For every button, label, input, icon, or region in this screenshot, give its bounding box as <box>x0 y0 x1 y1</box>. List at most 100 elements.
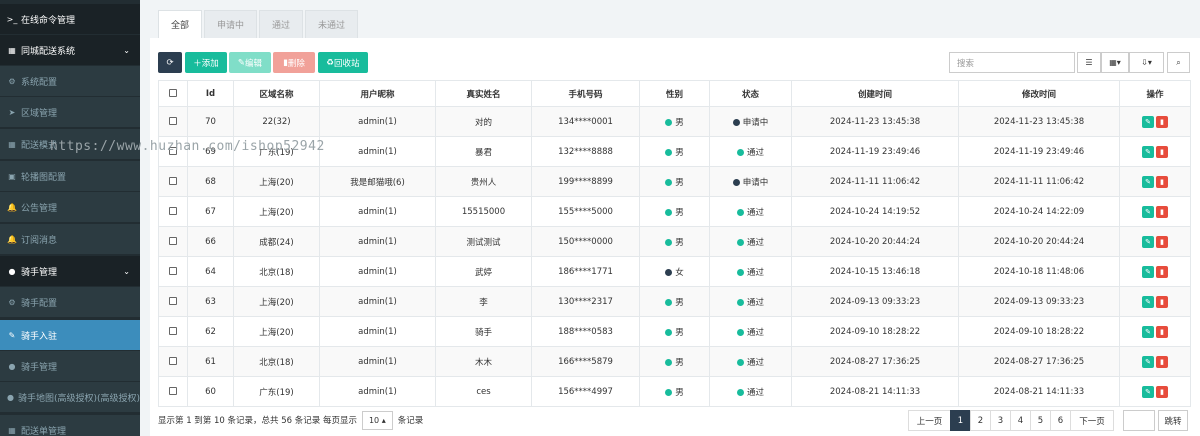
delete-button[interactable]: ▮ 删除 <box>273 52 315 73</box>
watermark-text: https://www.huzhan.com/ishop52942 <box>50 139 325 154</box>
riders-table: Id 区域名称 用户昵称 真实姓名 手机号码 性别 状态 创建时间 修改时间 操作 70 22(32… <box>158 80 1191 407</box>
sidebar-item[interactable]: ▦ 配送单管理 <box>0 415 140 436</box>
row-checkbox[interactable] <box>158 256 188 287</box>
select-all-checkbox[interactable] <box>158 80 188 107</box>
row-edit-button[interactable]: ✎ <box>1142 325 1154 338</box>
user-circle-icon: ● <box>8 266 16 276</box>
edit-button[interactable]: ✎ 编辑 <box>229 52 271 73</box>
row-checkbox[interactable] <box>158 226 188 257</box>
row-checkbox[interactable] <box>158 316 188 347</box>
row-delete-button[interactable]: ▮ <box>1156 265 1168 278</box>
prev-page-button[interactable]: 上一页 <box>908 410 951 431</box>
column-header: 用户昵称 <box>319 80 436 107</box>
row-delete-button[interactable]: ▮ <box>1156 205 1168 218</box>
advanced-search-button[interactable]: ⌕ <box>1167 52 1190 73</box>
cell-gender: 男 <box>639 316 710 347</box>
page-number-button[interactable]: 2 <box>970 410 991 431</box>
status-dot-icon <box>736 148 744 156</box>
table-row[interactable]: 61 北京(18) admin(1) 木木 166****5879 男通过 2024-08-… <box>158 346 1191 377</box>
sidebar-item[interactable]: ▣ 轮播图配置 <box>0 161 140 191</box>
row-delete-button[interactable]: ▮ <box>1156 115 1168 128</box>
table-row[interactable]: 70 22(32) admin(1) 对的 134****0001 男申请中 2024-11… <box>158 106 1191 137</box>
sidebar-item[interactable]: 🔔 公告管理 <box>0 192 140 222</box>
table-row[interactable]: 60 广东(19) admin(1) ces 156****4997 男通过 2024-08… <box>158 376 1191 407</box>
status-tab[interactable]: 未通过 <box>305 10 359 38</box>
row-edit-button[interactable]: ✎ <box>1142 145 1154 158</box>
row-checkbox[interactable] <box>158 376 188 407</box>
row-checkbox[interactable] <box>158 286 188 317</box>
status-tab[interactable]: 申请中 <box>204 10 258 38</box>
row-delete-button[interactable]: ▮ <box>1156 325 1168 338</box>
status-tab[interactable]: 全部 <box>158 10 203 38</box>
search-input[interactable]: 搜索 <box>949 52 1075 73</box>
page-number-button[interactable]: 5 <box>1030 410 1051 431</box>
row-delete-button[interactable]: ▮ <box>1156 235 1168 248</box>
jump-page-input[interactable] <box>1123 410 1155 431</box>
table-row[interactable]: 66 成都(24) admin(1) 测试测试 150****0000 男通过 2024-1… <box>158 226 1191 257</box>
sidebar-item[interactable]: ✎ 骑手入驻 <box>0 320 140 350</box>
sidebar-item[interactable]: ▦ 同城配送系统 ⌄ <box>0 35 140 65</box>
toggle-view-button[interactable]: ☰ <box>1077 52 1101 73</box>
add-button[interactable]: ＋添加 <box>185 52 227 73</box>
sidebar-item[interactable]: ● 骑手管理 ⌄ <box>0 256 140 286</box>
cell-area: 上海(20) <box>233 196 320 227</box>
cell-actions: ✎ ▮ <box>1119 226 1191 257</box>
row-edit-button[interactable]: ✎ <box>1142 205 1154 218</box>
status-tab[interactable]: 通过 <box>259 10 304 38</box>
sidebar-item[interactable]: >_ 在线命令管理 <box>0 4 140 34</box>
bell-icon: 🔔 <box>7 202 17 212</box>
row-delete-button[interactable]: ▮ <box>1156 145 1168 158</box>
row-delete-button[interactable]: ▮ <box>1156 355 1168 368</box>
sidebar-item[interactable]: ● 骑手管理 <box>0 351 140 381</box>
next-page-button[interactable]: 下一页 <box>1070 410 1114 431</box>
row-edit-button[interactable]: ✎ <box>1142 355 1154 368</box>
row-edit-button[interactable]: ✎ <box>1142 235 1154 248</box>
row-checkbox[interactable] <box>158 166 188 197</box>
row-edit-button[interactable]: ✎ <box>1142 175 1154 188</box>
status-dot-icon <box>665 388 673 396</box>
recycle-bin-button[interactable]: ♻ 回收站 <box>318 52 368 73</box>
sidebar-item-label: 区域管理 <box>21 108 58 119</box>
export-dropdown[interactable]: ⇩▾ <box>1129 52 1164 73</box>
cell-gender: 男 <box>639 106 710 137</box>
refresh-button[interactable]: ⟳ <box>158 52 182 73</box>
grid-icon: ▦ <box>8 139 16 149</box>
cell-real-name: ces <box>435 376 532 407</box>
row-delete-button[interactable]: ▮ <box>1156 385 1168 398</box>
recycle-icon: ♻ <box>326 57 335 68</box>
row-edit-button[interactable]: ✎ <box>1142 295 1154 308</box>
grid-icon: ▦ <box>8 425 16 435</box>
sidebar-item[interactable]: 🔔 订阅消息 <box>0 224 140 254</box>
sidebar-item[interactable]: ⚙ 系统配置 <box>0 66 140 96</box>
sidebar-item[interactable]: ⚙ 骑手配置 <box>0 287 140 317</box>
cell-updated-time: 2024-08-21 14:11:33 <box>958 376 1120 407</box>
table-row[interactable]: 63 上海(20) admin(1) 李 130****2317 男通过 2024-09-1… <box>158 286 1191 317</box>
row-edit-button[interactable]: ✎ <box>1142 265 1154 278</box>
chevron-down-icon: ⌄ <box>123 45 130 55</box>
table-row[interactable]: 62 上海(20) admin(1) 骑手 188****0583 男通过 2024-09-… <box>158 316 1191 347</box>
row-checkbox[interactable] <box>158 106 188 137</box>
cell-updated-time: 2024-11-11 11:06:42 <box>958 166 1120 197</box>
status-dot-icon <box>665 238 673 246</box>
page-number-button[interactable]: 4 <box>1010 410 1031 431</box>
cell-updated-time: 2024-10-20 20:44:24 <box>958 226 1120 257</box>
page-number-button[interactable]: 6 <box>1050 410 1071 431</box>
page-number-button[interactable]: 1 <box>950 410 971 431</box>
columns-dropdown[interactable]: ▦▾ <box>1101 52 1129 73</box>
table-row[interactable]: 67 上海(20) admin(1) 15515000 155****5000 男通过 20… <box>158 196 1191 227</box>
sidebar-item[interactable]: ➤ 区域管理 <box>0 97 140 127</box>
row-edit-button[interactable]: ✎ <box>1142 115 1154 128</box>
row-checkbox[interactable] <box>158 346 188 377</box>
row-edit-button[interactable]: ✎ <box>1142 385 1154 398</box>
checkbox-icon <box>169 117 177 125</box>
page-size-dropdown[interactable]: 10 ▴ <box>361 410 393 430</box>
sidebar-item[interactable]: ● 骑手地图(高级授权)(高级授权) <box>0 382 140 412</box>
table-row[interactable]: 64 北京(18) admin(1) 武婷 186****1771 女通过 2024-10-… <box>158 256 1191 287</box>
row-checkbox[interactable] <box>158 196 188 227</box>
table-row[interactable]: 68 上海(20) 我是邮猫哦(6) 贵州人 199****8899 男申请中 2024-1… <box>158 166 1191 197</box>
row-delete-button[interactable]: ▮ <box>1156 295 1168 308</box>
page-number-button[interactable]: 3 <box>990 410 1011 431</box>
jump-button[interactable]: 跳转 <box>1158 410 1188 431</box>
status-dot-icon <box>736 358 744 366</box>
row-delete-button[interactable]: ▮ <box>1156 175 1168 188</box>
